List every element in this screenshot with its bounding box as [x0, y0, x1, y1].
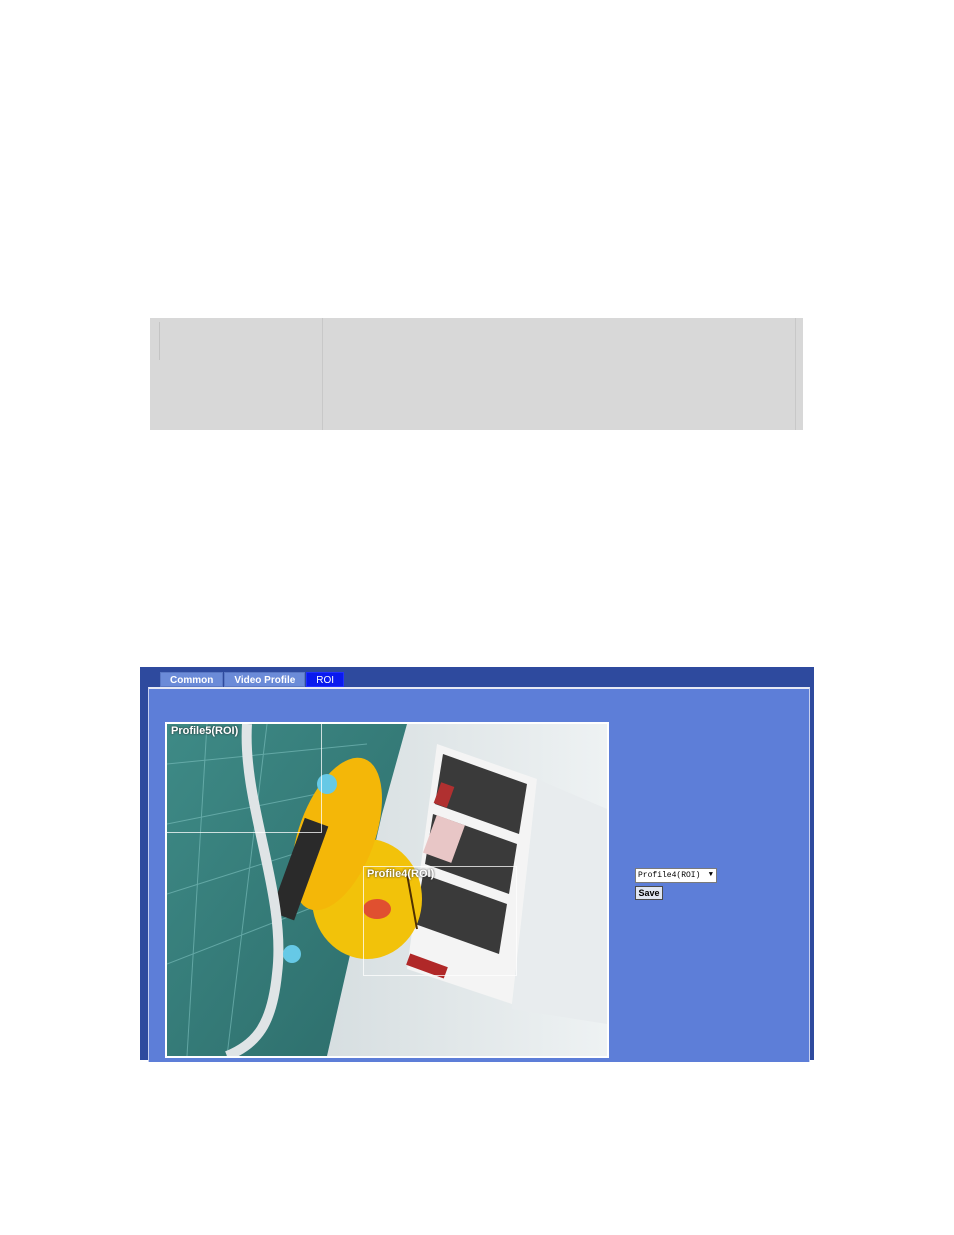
table-column-divider — [322, 318, 323, 430]
roi-profile5-box[interactable] — [167, 724, 322, 833]
tab-video-profile[interactable]: Video Profile — [224, 672, 306, 687]
roi-profile4-box[interactable] — [363, 866, 517, 976]
table-right-divider — [795, 318, 796, 430]
save-button[interactable]: Save — [635, 886, 663, 900]
roi-panel: Profile5(ROI) Profile4(ROI) Profile4(ROI… — [148, 687, 810, 1062]
roi-profile4-label: Profile4(ROI) — [367, 868, 435, 880]
video-preview[interactable]: Profile5(ROI) Profile4(ROI) — [165, 722, 609, 1058]
chevron-down-icon: ▼ — [708, 871, 713, 879]
profile-select-value: Profile4(ROI) — [638, 871, 701, 880]
table-tick — [159, 322, 160, 360]
roi-controls: Profile4(ROI) ▼ Save — [635, 868, 717, 900]
tab-bar: Common Video Profile ROI — [160, 672, 345, 687]
profile-select[interactable]: Profile4(ROI) ▼ — [635, 868, 717, 883]
roi-profile5-label: Profile5(ROI) — [171, 725, 239, 737]
document-table — [150, 318, 803, 430]
roi-settings-window: Common Video Profile ROI Profile5(ROI) P… — [140, 667, 814, 1062]
tab-common[interactable]: Common — [160, 672, 224, 687]
tab-roi[interactable]: ROI — [306, 672, 345, 687]
